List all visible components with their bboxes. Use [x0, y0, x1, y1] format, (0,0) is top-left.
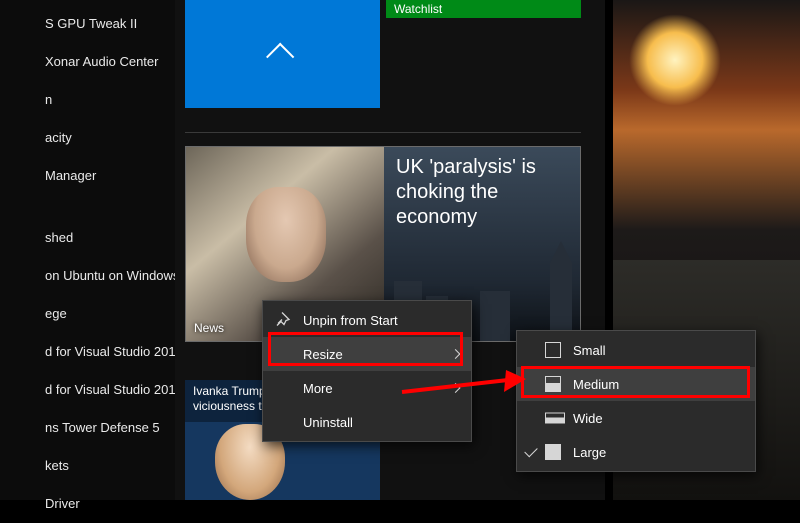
menu-item-uninstall[interactable]: Uninstall — [263, 405, 471, 439]
check-icon — [524, 444, 537, 457]
app-list-item[interactable]: d for Visual Studio 2015 — [0, 333, 175, 371]
app-list-item[interactable]: Driver — [0, 485, 175, 523]
tile-label: News — [194, 321, 224, 335]
resize-option-small[interactable]: Small — [517, 333, 755, 367]
app-list-item[interactable]: kets — [0, 447, 175, 485]
app-list-item[interactable]: Xonar Audio Center — [0, 43, 175, 81]
person-portrait — [246, 187, 326, 282]
chevron-up-icon — [266, 43, 294, 71]
resize-option-large[interactable]: Large — [517, 435, 755, 469]
start-app-list: S GPU Tweak II Xonar Audio Center n acit… — [0, 0, 175, 500]
menu-label: Small — [573, 343, 606, 358]
tile-collapse[interactable] — [185, 0, 380, 108]
menu-label: More — [303, 381, 333, 396]
tile-group-divider — [185, 132, 581, 133]
news-headline: UK 'paralysis' is choking the economy — [396, 155, 568, 230]
unpin-icon — [275, 311, 291, 330]
tile-watchlist[interactable]: Watchlist — [386, 0, 581, 18]
menu-label: Unpin from Start — [303, 313, 398, 328]
menu-item-resize[interactable]: Resize — [263, 337, 471, 371]
menu-label: Medium — [573, 377, 619, 392]
app-list-item[interactable]: shed — [0, 219, 175, 257]
size-medium-icon — [545, 376, 561, 392]
app-list-item[interactable]: Manager — [0, 157, 175, 195]
app-list-item[interactable]: ege — [0, 295, 175, 333]
app-list-item[interactable]: on Ubuntu on Windows — [0, 257, 175, 295]
app-list-item[interactable]: d for Visual Studio 2017 — [0, 371, 175, 409]
resize-submenu: Small Medium Wide Large — [516, 330, 756, 472]
app-list-item[interactable]: ns Tower Defense 5 — [0, 409, 175, 447]
menu-label: Uninstall — [303, 415, 353, 430]
chevron-right-icon — [451, 383, 461, 393]
tile-label: Watchlist — [394, 2, 442, 16]
size-large-icon — [545, 444, 561, 460]
app-list-item[interactable]: S GPU Tweak II — [0, 5, 175, 43]
size-wide-icon — [545, 413, 565, 424]
app-list-item[interactable]: n — [0, 81, 175, 119]
size-small-icon — [545, 342, 561, 358]
app-list-item[interactable]: acity — [0, 119, 175, 157]
menu-item-more[interactable]: More — [263, 371, 471, 405]
chevron-right-icon — [451, 349, 461, 359]
menu-label: Wide — [573, 411, 603, 426]
menu-label: Resize — [303, 347, 343, 362]
tile-context-menu: Unpin from Start Resize More Uninstall — [262, 300, 472, 442]
resize-option-wide[interactable]: Wide — [517, 401, 755, 435]
menu-item-unpin[interactable]: Unpin from Start — [263, 303, 471, 337]
resize-option-medium[interactable]: Medium — [517, 367, 755, 401]
menu-label: Large — [573, 445, 606, 460]
